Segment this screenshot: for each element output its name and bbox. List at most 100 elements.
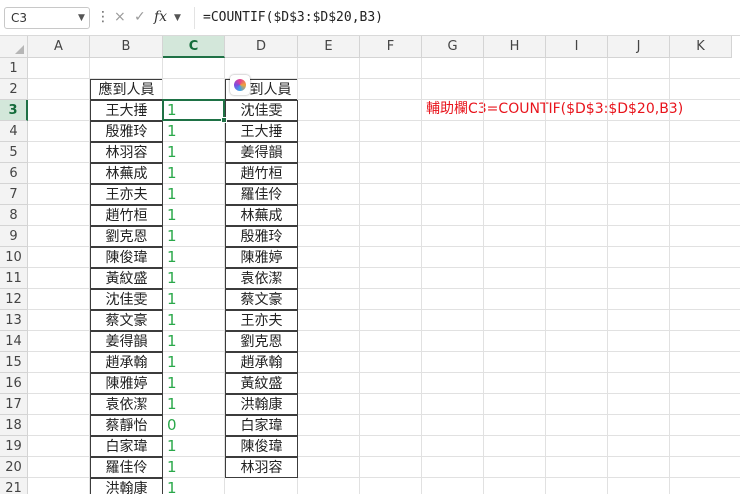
column-header-b[interactable]: B [90, 36, 163, 58]
row-header-18[interactable]: 18 [0, 415, 28, 436]
select-all-button[interactable] [0, 36, 28, 58]
row-header-17[interactable]: 17 [0, 394, 28, 415]
cell-c4[interactable]: 1 [163, 121, 225, 142]
cell-c11[interactable]: 1 [163, 268, 225, 289]
cell-d17[interactable]: 洪翰康 [225, 394, 298, 415]
fill-handle[interactable] [221, 117, 227, 123]
column-header-a[interactable]: A [28, 36, 90, 58]
cell-d18[interactable]: 白家瑋 [225, 415, 298, 436]
cancel-icon[interactable]: × [114, 9, 126, 25]
cell-d4[interactable]: 王大捶 [225, 121, 298, 142]
cell-b8[interactable]: 趙竹桓 [90, 205, 163, 226]
column-header-j[interactable]: J [608, 36, 670, 58]
cell-d11[interactable]: 袁依潔 [225, 268, 298, 289]
cell-b12[interactable]: 沈佳雯 [90, 289, 163, 310]
header-cell-b2[interactable]: 應到人員 [90, 79, 163, 100]
column-header-f[interactable]: F [360, 36, 422, 58]
column-header-g[interactable]: G [422, 36, 484, 58]
cell-b19[interactable]: 白家瑋 [90, 436, 163, 457]
row-header-10[interactable]: 10 [0, 247, 28, 268]
column-header-k[interactable]: K [670, 36, 732, 58]
cell-b9[interactable]: 劉克恩 [90, 226, 163, 247]
cell-b7[interactable]: 王亦夫 [90, 184, 163, 205]
enter-icon[interactable]: ✓ [134, 9, 146, 25]
row-header-19[interactable]: 19 [0, 436, 28, 457]
cell-d6[interactable]: 趙竹桓 [225, 163, 298, 184]
cell-c21[interactable]: 1 [163, 478, 225, 494]
cell-b16[interactable]: 陳雅婷 [90, 373, 163, 394]
row-header-9[interactable]: 9 [0, 226, 28, 247]
cell-d15[interactable]: 趙承翰 [225, 352, 298, 373]
cell-c16[interactable]: 1 [163, 373, 225, 394]
cell-c9[interactable]: 1 [163, 226, 225, 247]
cell-b3[interactable]: 王大捶 [90, 100, 163, 121]
column-header-h[interactable]: H [484, 36, 546, 58]
chevron-down-icon[interactable]: ▼ [174, 13, 181, 23]
column-header-c[interactable]: C [163, 36, 225, 58]
cell-b18[interactable]: 蔡靜怡 [90, 415, 163, 436]
cell-d14[interactable]: 劉克恩 [225, 331, 298, 352]
cell-d20[interactable]: 林羽容 [225, 457, 298, 478]
cell-c17[interactable]: 1 [163, 394, 225, 415]
cell-c14[interactable]: 1 [163, 331, 225, 352]
cell-d13[interactable]: 王亦夫 [225, 310, 298, 331]
cell-d5[interactable]: 姜得韻 [225, 142, 298, 163]
formula-input[interactable]: =COUNTIF($D$3:$D$20,B3) [194, 7, 734, 29]
cell-b21[interactable]: 洪翰康 [90, 478, 163, 494]
cell-d16[interactable]: 黃紋盛 [225, 373, 298, 394]
row-header-6[interactable]: 6 [0, 163, 28, 184]
cell-d8[interactable]: 林蕪成 [225, 205, 298, 226]
row-header-11[interactable]: 11 [0, 268, 28, 289]
cell-b6[interactable]: 林蕪成 [90, 163, 163, 184]
cell-b11[interactable]: 黃紋盛 [90, 268, 163, 289]
cell-c6[interactable]: 1 [163, 163, 225, 184]
row-header-8[interactable]: 8 [0, 205, 28, 226]
cell-c7[interactable]: 1 [163, 184, 225, 205]
cell-d3[interactable]: 沈佳雯 [225, 100, 298, 121]
cell-d9[interactable]: 殷雅玲 [225, 226, 298, 247]
insert-function-button[interactable]: fx [154, 9, 167, 25]
row-header-21[interactable]: 21 [0, 478, 28, 494]
worksheet-grid[interactable]: 應到人員 到人員 輔助欄C3=COUNTIF($D$3:$D$20,B3) 王大… [28, 58, 740, 494]
copilot-icon[interactable] [230, 75, 250, 95]
cell-c15[interactable]: 1 [163, 352, 225, 373]
cell-d10[interactable]: 陳雅婷 [225, 247, 298, 268]
cell-b10[interactable]: 陳俊瑋 [90, 247, 163, 268]
row-header-14[interactable]: 14 [0, 331, 28, 352]
column-header-e[interactable]: E [298, 36, 360, 58]
column-header-i[interactable]: I [546, 36, 608, 58]
column-header-d[interactable]: D [225, 36, 298, 58]
row-header-3[interactable]: 3 [0, 100, 28, 121]
row-header-1[interactable]: 1 [0, 58, 28, 79]
cell-c18[interactable]: 0 [163, 415, 225, 436]
row-header-12[interactable]: 12 [0, 289, 28, 310]
row-header-5[interactable]: 5 [0, 142, 28, 163]
row-header-20[interactable]: 20 [0, 457, 28, 478]
cell-b20[interactable]: 羅佳伶 [90, 457, 163, 478]
cell-c20[interactable]: 1 [163, 457, 225, 478]
cell-c5[interactable]: 1 [163, 142, 225, 163]
row-header-16[interactable]: 16 [0, 373, 28, 394]
cell-b17[interactable]: 袁依潔 [90, 394, 163, 415]
cell-d7[interactable]: 羅佳伶 [225, 184, 298, 205]
cell-d19[interactable]: 陳俊瑋 [225, 436, 298, 457]
chevron-down-icon[interactable]: ▼ [78, 13, 85, 23]
row-header-13[interactable]: 13 [0, 310, 28, 331]
cell-c8[interactable]: 1 [163, 205, 225, 226]
cell-b15[interactable]: 趙承翰 [90, 352, 163, 373]
row-header-4[interactable]: 4 [0, 121, 28, 142]
row-header-7[interactable]: 7 [0, 184, 28, 205]
row-header-2[interactable]: 2 [0, 79, 28, 100]
helper-note[interactable]: 輔助欄C3=COUNTIF($D$3:$D$20,B3) [426, 99, 683, 119]
cell-c19[interactable]: 1 [163, 436, 225, 457]
cell-c13[interactable]: 1 [163, 310, 225, 331]
cell-d12[interactable]: 蔡文豪 [225, 289, 298, 310]
cell-c10[interactable]: 1 [163, 247, 225, 268]
cell-b4[interactable]: 殷雅玲 [90, 121, 163, 142]
cell-b14[interactable]: 姜得韻 [90, 331, 163, 352]
more-options-icon[interactable]: ⋮ [96, 9, 110, 25]
cell-b13[interactable]: 蔡文豪 [90, 310, 163, 331]
cell-c12[interactable]: 1 [163, 289, 225, 310]
row-header-15[interactable]: 15 [0, 352, 28, 373]
cell-b5[interactable]: 林羽容 [90, 142, 163, 163]
